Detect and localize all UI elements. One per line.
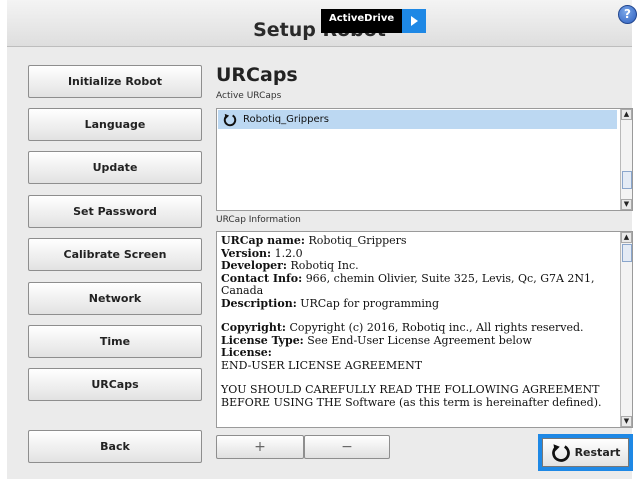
info-key: License Type: <box>221 333 304 347</box>
info-key: Description: <box>221 296 297 310</box>
active-urcaps-label: Active URCaps <box>216 91 282 101</box>
update-button[interactable]: Update <box>28 151 202 184</box>
info-key: Copyright: <box>221 321 286 334</box>
scroll-down-icon[interactable]: ▼ <box>621 416 632 427</box>
info-key: License: <box>221 346 272 359</box>
remove-urcap-button[interactable]: − <box>304 435 390 459</box>
info-value: URCap for programming <box>300 296 440 310</box>
scroll-thumb[interactable] <box>622 171 632 189</box>
back-button[interactable]: Back <box>28 430 202 463</box>
activedrive-play-icon[interactable] <box>402 9 427 33</box>
urcap-information-panel[interactable]: URCap name: Robotiq_Grippers Version: 1.… <box>216 231 633 428</box>
page-header-title: Setup Robot <box>253 19 386 41</box>
info-key: URCap name: <box>221 234 305 247</box>
license-text: END-USER LICENSE AGREEMENT <box>221 358 423 372</box>
scroll-up-icon[interactable]: ▲ <box>621 109 632 120</box>
urcap-information-label: URCap Information <box>216 215 301 225</box>
urcap-information-text: URCap name: Robotiq_Grippers Version: 1.… <box>221 234 616 409</box>
add-urcap-button[interactable]: + <box>216 435 304 459</box>
restart-button[interactable]: Restart <box>542 438 629 467</box>
help-icon[interactable]: ? <box>618 5 637 24</box>
time-button[interactable]: Time <box>28 325 202 358</box>
info-value: See End-User License Agreement below <box>307 333 532 347</box>
list-item[interactable]: Robotiq_Grippers <box>218 110 617 129</box>
activedrive-label: ActiveDrive <box>321 9 403 33</box>
scroll-down-icon[interactable]: ▼ <box>621 199 632 210</box>
main-panel: Initialize Robot Language Update Set Pas… <box>7 47 633 479</box>
info-key: Version: <box>221 246 272 260</box>
info-value: Robotiq Inc. <box>290 259 359 272</box>
page-title: URCaps <box>216 64 298 86</box>
restart-label: Restart <box>574 446 621 459</box>
refresh-icon <box>223 113 237 126</box>
info-scrollbar[interactable]: ▲ ▼ <box>620 232 632 427</box>
license-text: YOU SHOULD CAREFULLY READ THE FOLLOWING … <box>221 383 600 396</box>
restart-icon <box>551 443 570 462</box>
info-value: Copyright (c) 2016, Robotiq inc., All ri… <box>289 321 584 334</box>
header-bar: Setup Robot ActiveDrive ? <box>7 0 637 47</box>
restart-highlight: Restart <box>538 434 633 471</box>
scroll-thumb[interactable] <box>622 244 632 262</box>
active-urcaps-list[interactable]: Robotiq_Grippers ▲ ▼ <box>216 108 633 211</box>
license-text: BEFORE USING THE Software (as this term … <box>221 395 602 409</box>
info-value: Robotiq_Grippers <box>308 234 407 247</box>
list-scrollbar[interactable]: ▲ ▼ <box>620 109 632 210</box>
activedrive-toolbar[interactable]: ActiveDrive <box>321 9 427 33</box>
scroll-up-icon[interactable]: ▲ <box>621 232 632 243</box>
network-button[interactable]: Network <box>28 282 202 315</box>
info-key: Contact Info: <box>221 271 303 285</box>
info-key: Developer: <box>221 259 287 272</box>
calibrate-screen-button[interactable]: Calibrate Screen <box>28 238 202 271</box>
urcap-name: Robotiq_Grippers <box>243 114 329 125</box>
initialize-robot-button[interactable]: Initialize Robot <box>28 65 202 98</box>
language-button[interactable]: Language <box>28 108 202 141</box>
urcaps-button[interactable]: URCaps <box>28 368 202 401</box>
set-password-button[interactable]: Set Password <box>28 195 202 228</box>
info-value: 1.2.0 <box>274 246 303 260</box>
